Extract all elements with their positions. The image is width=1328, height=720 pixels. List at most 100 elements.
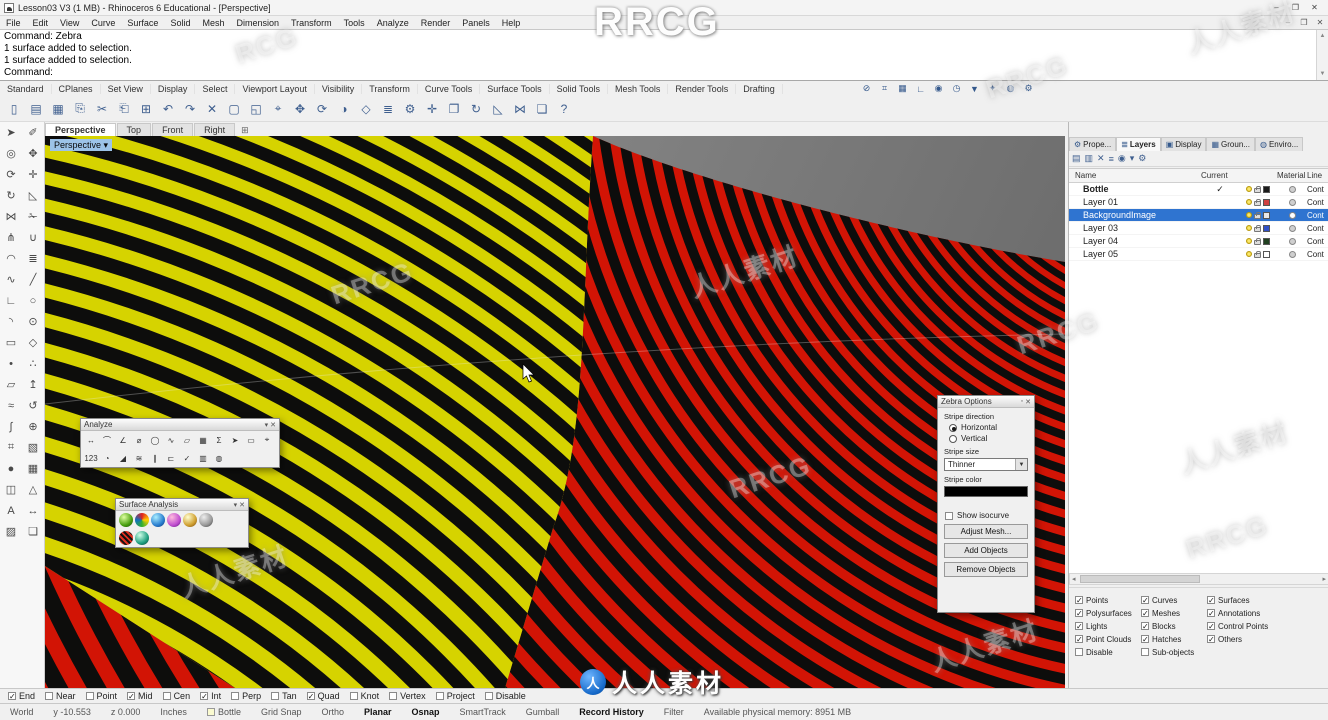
scroll-right-icon[interactable]: ▸ (1320, 575, 1328, 583)
extrude-tool-icon[interactable]: ↥ (22, 374, 44, 395)
toolbar-tab[interactable]: Viewport Layout (235, 83, 315, 94)
table-row[interactable]: BackgroundImage ✓ Cont (1069, 209, 1328, 222)
chevron-down-icon[interactable]: ▼ (1015, 459, 1027, 470)
layer-name[interactable]: Layer 04 (1069, 236, 1201, 246)
menu-item[interactable]: Tools (338, 18, 371, 28)
volume-icon[interactable]: ▦ (195, 432, 211, 448)
toolbar-tab[interactable]: Transform (362, 83, 418, 94)
command-history[interactable]: Command: Zebra 1 surface added to selecti… (0, 29, 1328, 81)
status-bar-item[interactable]: Grid Snap (251, 707, 312, 717)
layer-visibility-bulb-icon[interactable] (1246, 225, 1252, 231)
selection-filter-option[interactable]: Points (1075, 594, 1141, 606)
analyze-toolbar-titlebar[interactable]: Analyze ▾ ✕ (81, 419, 279, 431)
checkbox-icon[interactable] (1141, 596, 1149, 604)
zebra-dialog-button[interactable]: Adjust Mesh... (944, 524, 1028, 539)
checkbox-icon[interactable] (306, 692, 315, 700)
check-object-icon[interactable]: ✓ (179, 450, 195, 466)
cut-icon[interactable]: ✂ (92, 99, 112, 119)
osnap-option[interactable]: Perp (231, 691, 261, 701)
boolean-tool-icon[interactable]: ⊕ (22, 416, 44, 437)
block-tool-icon[interactable]: ❏ (22, 521, 44, 542)
split-tool-icon[interactable]: ⋔ (0, 227, 22, 248)
cone-tool-icon[interactable]: △ (22, 479, 44, 500)
ellipse-tool-icon[interactable]: ⊙ (22, 311, 44, 332)
menu-item[interactable]: Help (496, 18, 527, 28)
help-icon[interactable]: ? (554, 99, 574, 119)
layer-tools-icon[interactable]: ⚙ (1138, 153, 1146, 164)
copy-object-icon[interactable]: ❐ (444, 99, 464, 119)
hatch-tool-icon[interactable]: ▨ (0, 521, 22, 542)
viewport-canvas[interactable]: Perspective ▾ Analyze ▾ ✕ ↔ ⌒ ∠ ⌀ ◯ ∿ ▱ … (45, 136, 1065, 688)
toolbar-tab[interactable]: Solid Tools (550, 83, 608, 94)
checkbox-icon[interactable] (1075, 596, 1083, 604)
mirror-object-icon[interactable]: ⋈ (510, 99, 530, 119)
surface-analysis-floating-toolbar[interactable]: Surface Analysis ▾ ✕ (115, 498, 249, 548)
layer-visibility-bulb-icon[interactable] (1246, 186, 1252, 192)
zoom-tool-icon[interactable]: ◎ (0, 143, 22, 164)
move-tool-icon[interactable]: ✛ (22, 164, 44, 185)
layer-linetype[interactable]: Cont (1307, 250, 1328, 259)
checkbox-icon[interactable] (8, 692, 16, 700)
lasso-select-icon[interactable]: ✐ (22, 122, 44, 143)
close-icon[interactable]: ✕ (239, 501, 245, 509)
curvature-graph-icon[interactable]: ∿ (163, 432, 179, 448)
naked-edges-icon[interactable]: ⊏ (163, 450, 179, 466)
point-tool-icon[interactable]: • (0, 353, 22, 374)
column-linetype[interactable]: Line (1307, 171, 1328, 180)
layer-lock-icon[interactable] (1254, 185, 1261, 193)
loft-tool-icon[interactable]: ≈ (0, 395, 22, 416)
ortho-toggle-icon[interactable]: ∟ (913, 82, 928, 95)
edge-continuity-analysis-icon[interactable] (135, 531, 149, 545)
checkbox-icon[interactable] (231, 692, 240, 700)
osnap-option[interactable]: Tan (271, 691, 297, 701)
zoom-extents-icon[interactable]: ⌖ (268, 99, 288, 119)
history-toggle-icon[interactable]: ◷ (949, 82, 964, 95)
zebra-analysis-icon[interactable] (135, 513, 149, 527)
environment-map-icon[interactable] (151, 513, 165, 527)
viewport-title-menu[interactable]: Perspective ▾ (50, 139, 113, 151)
zebra-dialog-button[interactable]: Remove Objects (944, 562, 1028, 577)
paste-icon[interactable]: ⊞ (136, 99, 156, 119)
status-bar-item[interactable]: Inches (150, 707, 197, 717)
draft-angle-analysis-icon[interactable] (167, 513, 181, 527)
command-scrollbar[interactable]: ▲ ▼ (1316, 30, 1328, 80)
panel-tab[interactable]: ≣ Layers (1116, 137, 1161, 151)
mesh-tool-icon[interactable]: ⌗ (0, 437, 22, 458)
scale-object-icon[interactable]: ◺ (488, 99, 508, 119)
layer-name[interactable]: Layer 01 (1069, 197, 1201, 207)
status-bar-item[interactable]: Filter (654, 707, 694, 717)
menu-item[interactable]: Solid (164, 18, 196, 28)
status-bar-item[interactable]: World (0, 707, 43, 717)
layer-color-chip[interactable] (1263, 211, 1270, 219)
surface-analysis-titlebar[interactable]: Surface Analysis ▾ ✕ (116, 499, 248, 511)
match-properties-icon[interactable]: ≡ (1109, 154, 1114, 164)
maximize-button[interactable]: ❐ (1286, 3, 1305, 12)
radio-icon[interactable] (949, 434, 957, 443)
layer-linetype[interactable]: Cont (1307, 211, 1328, 220)
selection-filter-option[interactable]: Surfaces (1207, 594, 1323, 606)
checkbox-icon[interactable] (349, 692, 358, 700)
layer-visibility-bulb-icon[interactable] (1246, 251, 1252, 257)
new-layer-icon[interactable]: ▤ (1072, 153, 1081, 164)
rotate-view-tool-icon[interactable]: ⟳ (0, 164, 22, 185)
child-window-control[interactable]: – (1280, 18, 1296, 27)
checkbox-icon[interactable] (1075, 609, 1083, 617)
close-icon[interactable]: ✕ (270, 421, 276, 429)
osnap-option[interactable]: Cen (162, 691, 190, 701)
status-bar-item[interactable]: Osnap (402, 707, 450, 717)
gumball-toggle-icon[interactable]: ◉ (931, 82, 946, 95)
circle-tool-icon[interactable]: ○ (22, 290, 44, 311)
layer-name[interactable]: Layer 05 (1069, 249, 1201, 259)
evaluate-point-icon[interactable]: ⌖ (259, 432, 275, 448)
checkbox-icon[interactable] (45, 692, 54, 700)
child-window-control[interactable]: ✕ (1312, 18, 1328, 27)
menu-item[interactable]: Curve (85, 18, 121, 28)
panel-options-icon[interactable]: ▾ (265, 421, 269, 429)
diameter-icon[interactable]: ◯ (147, 432, 163, 448)
properties-icon[interactable]: ⚙ (400, 99, 420, 119)
menu-item[interactable]: Edit (27, 18, 55, 28)
column-current[interactable]: Current (1201, 171, 1239, 180)
selection-filter-option[interactable]: Hatches (1141, 633, 1207, 645)
mirror-tool-icon[interactable]: ⋈ (0, 206, 22, 227)
selection-filter-option[interactable]: Meshes (1141, 607, 1207, 619)
